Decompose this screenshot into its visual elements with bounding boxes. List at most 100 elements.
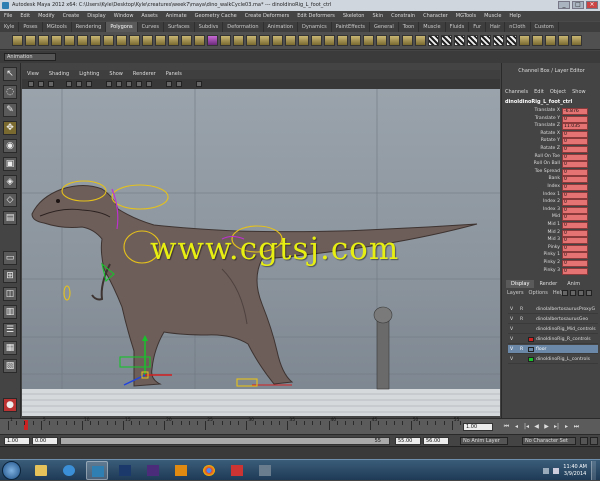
- xray-icon[interactable]: [176, 81, 182, 87]
- attribute-value-field[interactable]: 0: [562, 237, 588, 245]
- scale-tool-icon[interactable]: ▣: [3, 157, 17, 171]
- shelf-tool-icon[interactable]: [506, 35, 517, 46]
- image-plane-icon[interactable]: [48, 81, 54, 87]
- next-key-icon[interactable]: ▸|: [553, 424, 560, 431]
- menu-skeleton[interactable]: Skeleton: [339, 13, 369, 19]
- shelf-tool-icon[interactable]: [181, 35, 192, 46]
- prev-key-icon[interactable]: |◂: [523, 424, 530, 431]
- layer-row[interactable]: V RdinoIalbertosaurusProxyG: [508, 305, 598, 314]
- attribute-row[interactable]: Pinky 10: [504, 252, 598, 260]
- attribute-value-field[interactable]: 0: [562, 214, 588, 222]
- attribute-value-field[interactable]: 0: [562, 267, 588, 275]
- layer-visibility-toggle[interactable]: V: [510, 305, 513, 314]
- paint-select-icon[interactable]: ✎: [3, 103, 17, 117]
- layer-tab-anim[interactable]: Anim: [562, 280, 585, 288]
- smooth-shade-icon[interactable]: [116, 81, 122, 87]
- shelf-tab-hair[interactable]: Hair: [486, 22, 506, 32]
- shelf-tool-icon[interactable]: [142, 35, 153, 46]
- shelf-tool-icon[interactable]: [64, 35, 75, 46]
- shelf-tool-icon[interactable]: [337, 35, 348, 46]
- show-desktop-button[interactable]: [591, 461, 596, 480]
- shelf-tool-icon[interactable]: [480, 35, 491, 46]
- layer-reference-toggle[interactable]: R: [520, 305, 523, 314]
- attribute-row[interactable]: Pinky 30: [504, 267, 598, 276]
- shelf-tool-icon[interactable]: [519, 35, 530, 46]
- layer-color-swatch[interactable]: [528, 327, 534, 332]
- start-button-icon[interactable]: [2, 461, 21, 480]
- shelf-tool-icon[interactable]: [77, 35, 88, 46]
- taskbar-clock[interactable]: 11:40 AM 3/9/2014: [563, 464, 587, 478]
- textured-icon[interactable]: [126, 81, 132, 87]
- lights-icon[interactable]: [136, 81, 142, 87]
- shelf-tool-icon[interactable]: [259, 35, 270, 46]
- menu-create-deformers[interactable]: Create Deformers: [241, 13, 294, 19]
- anim-prefs-icon[interactable]: [590, 437, 598, 445]
- shelf-tool-icon[interactable]: [285, 35, 296, 46]
- shelf-tab-general[interactable]: General: [370, 22, 399, 32]
- rotate-tool-icon[interactable]: ◉: [3, 139, 17, 153]
- menu-create[interactable]: Create: [59, 13, 84, 19]
- attribute-row[interactable]: Mid 0: [504, 214, 598, 222]
- shelf-tool-icon[interactable]: [428, 35, 439, 46]
- attribute-value-field[interactable]: 0: [562, 229, 588, 237]
- attribute-row[interactable]: Rotate Y0: [504, 138, 598, 146]
- layout-graph-icon[interactable]: ▥: [3, 305, 17, 319]
- taskbar-ms-icon[interactable]: [142, 461, 164, 480]
- attribute-row[interactable]: Index 0: [504, 184, 598, 192]
- taskbar-maya-icon[interactable]: [86, 461, 108, 480]
- layer-reference-toggle[interactable]: R: [520, 345, 523, 354]
- new-layer-selected-icon[interactable]: [586, 290, 592, 296]
- shelf-tab-kyle[interactable]: Kyle: [0, 22, 20, 32]
- perspective-viewport[interactable]: www.cgtsj.com: [22, 89, 500, 416]
- shelf-tool-icon[interactable]: [129, 35, 140, 46]
- shelf-tool-icon[interactable]: [441, 35, 452, 46]
- menu-window[interactable]: Window: [110, 13, 138, 19]
- shelf-tool-icon[interactable]: [116, 35, 127, 46]
- shelf-tab-toon[interactable]: Toon: [399, 22, 420, 32]
- taskbar-photoshop-icon[interactable]: [114, 461, 136, 480]
- menu-help[interactable]: Help: [505, 13, 524, 19]
- attribute-value-field[interactable]: 0: [562, 222, 588, 229]
- close-icon[interactable]: ×: [586, 1, 598, 9]
- attribute-value-field[interactable]: 0: [562, 260, 588, 267]
- layer-row[interactable]: VdinoIdinoRig_R_controls: [508, 335, 598, 344]
- command-line[interactable]: [0, 446, 600, 459]
- layout-four-icon[interactable]: ⊞: [3, 269, 17, 283]
- shelf-tool-icon[interactable]: [558, 35, 569, 46]
- shelf-tool-icon[interactable]: [155, 35, 166, 46]
- taskbar-explorer-icon[interactable]: [30, 461, 52, 480]
- attribute-row[interactable]: Mid 20: [504, 229, 598, 238]
- end-time-field[interactable]: 56.00: [423, 437, 449, 445]
- anim-layer-dropdown[interactable]: No Anim Layer: [460, 437, 508, 445]
- playback-end-field[interactable]: 55.00: [395, 437, 421, 445]
- shelf-tool-icon[interactable]: [272, 35, 283, 46]
- attribute-row[interactable]: Index 10: [504, 191, 598, 200]
- panel-menu-shading[interactable]: Shading: [44, 70, 74, 79]
- shelf-tab-poses[interactable]: Poses: [19, 22, 43, 32]
- shelf-tab-muscle[interactable]: Muscle: [419, 22, 446, 32]
- step-forward-icon[interactable]: ▸: [563, 424, 570, 431]
- taskbar-chrome-icon[interactable]: [198, 461, 220, 480]
- time-slider[interactable]: 1 5 10 15 20 25 30 35 40 45 50 55 1.00 ⏮ ◂ |◂ ◀ ▶ ▸…: [0, 418, 600, 434]
- layer-visibility-toggle[interactable]: V: [510, 325, 513, 334]
- shelf-tool-icon[interactable]: [402, 35, 413, 46]
- layer-tab-render[interactable]: Render: [534, 280, 562, 288]
- menu-muscle[interactable]: Muscle: [480, 13, 505, 19]
- last-tool-icon[interactable]: ◇: [3, 193, 17, 207]
- layout-single-icon[interactable]: ▭: [3, 251, 17, 265]
- layout-outliner-icon[interactable]: ☰: [3, 323, 17, 337]
- hq-render-icon[interactable]: [196, 81, 202, 87]
- attribute-value-field[interactable]: 0: [562, 168, 588, 176]
- range-bar[interactable]: 55: [60, 437, 390, 445]
- attribute-value-field[interactable]: 0: [562, 153, 588, 161]
- layer-menu-layers[interactable]: Layers: [507, 290, 524, 296]
- menu-constrain[interactable]: Constrain: [387, 13, 419, 19]
- menu-assets[interactable]: Assets: [137, 13, 161, 19]
- current-frame-field[interactable]: 1.00: [463, 423, 493, 431]
- attribute-row[interactable]: Rotate Z0: [504, 146, 598, 154]
- layer-color-swatch[interactable]: [528, 317, 534, 322]
- layer-row[interactable]: VdinoIdinoRig_Mid_controls: [508, 325, 598, 334]
- move-layer-down-icon[interactable]: [570, 290, 576, 296]
- play-backward-icon[interactable]: ◀: [533, 424, 540, 431]
- channel-box-menu-edit[interactable]: Edit: [534, 89, 544, 95]
